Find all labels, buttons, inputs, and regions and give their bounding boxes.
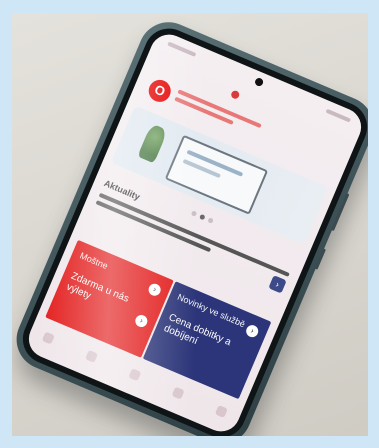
nav-account-icon[interactable] xyxy=(171,386,185,400)
red-card-title: Moštne xyxy=(78,250,110,272)
red-card-arrow-icon-2[interactable]: › xyxy=(133,313,150,329)
nav-more-icon[interactable] xyxy=(214,404,228,419)
section-arrow-icon[interactable]: › xyxy=(268,275,287,294)
red-card-arrow-icon[interactable]: › xyxy=(146,281,163,298)
nav-services-icon[interactable] xyxy=(85,349,99,363)
plant-image xyxy=(137,123,168,164)
nav-home-icon[interactable] xyxy=(41,331,55,345)
smartphone: O Aktuality › Moštne Zdarma u nás výlety… xyxy=(12,13,368,436)
blue-card-arrow-icon[interactable]: › xyxy=(244,323,261,340)
photo-background: O Aktuality › Moštne Zdarma u nás výlety… xyxy=(12,13,368,436)
red-card-body: Zdarma u nás výlety xyxy=(64,270,131,305)
nav-shop-icon[interactable] xyxy=(128,368,142,382)
brand-logo: O xyxy=(145,76,175,106)
